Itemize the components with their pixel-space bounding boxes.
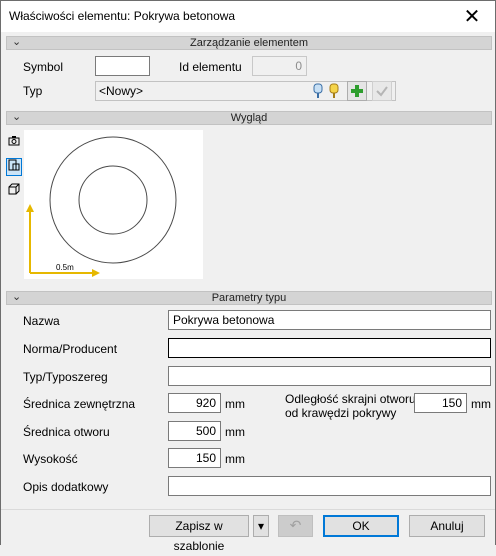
section-title: Wygląd [230,112,268,124]
norma-input[interactable] [168,338,491,358]
title-bar: Właściwości elementu: Pokrywa betonowa ✕ [1,1,495,32]
add-type-button[interactable] [347,81,367,101]
section-header-element[interactable]: ⌄ Zarządzanie elementem [6,35,492,50]
window-title: Właściwości elementu: Pokrywa betonowa [9,9,236,23]
3d-view-icon[interactable] [6,182,22,200]
typ-label: Typ [23,84,43,98]
srednica-zew-input[interactable] [168,393,221,413]
section-title: Parametry typu [211,292,287,304]
scale-label: 0.5m [56,263,74,272]
symbol-label: Symbol [23,60,64,74]
section-title: Zarządzanie elementem [189,37,308,49]
opis-input[interactable] [168,476,491,496]
wysokosc-label: Wysokość [23,452,78,466]
nazwa-label: Nazwa [23,314,60,328]
id-field [252,56,307,76]
close-icon[interactable]: ✕ [449,1,495,32]
section-header-look[interactable]: ⌄ Wygląd [6,110,492,125]
undo-button[interactable]: ↶ [278,515,313,537]
chevron-down-icon[interactable]: ▾ [253,515,269,537]
typ-value: <Nowy> [99,84,144,98]
edit-type-alt-icon[interactable] [327,82,341,100]
button-bar: Zapisz w szablonie ▾ ↶ OK Anuluj [1,509,495,553]
unit-label: mm [225,425,245,439]
preview-canvas: 0.5m [24,130,203,279]
unit-label: mm [471,397,491,411]
plan-view-icon[interactable] [6,158,22,176]
srednica-otw-label: Średnica otworu [23,425,110,439]
typoszereg-input[interactable] [168,366,491,386]
confirm-type-button[interactable] [372,81,392,101]
typoszereg-label: Typ/Typoszereg [23,370,108,384]
section-header-params[interactable]: ⌄ Parametry typu [6,290,492,305]
camera-icon[interactable] [6,134,22,152]
odleglosc-label-line2: od krawędzi pokrywy [285,406,397,420]
check-icon [376,86,388,97]
nazwa-input[interactable] [168,310,491,330]
edit-type-icon[interactable] [311,82,325,100]
unit-label: mm [225,397,245,411]
opis-label: Opis dodatkowy [23,480,109,494]
srednica-zew-label: Średnica zewnętrzna [23,397,136,411]
opening-circle [78,165,148,235]
outer-diameter-circle [49,136,177,264]
id-label: Id elementu [179,60,242,74]
properties-dialog: Właściwości elementu: Pokrywa betonowa ✕… [0,0,496,553]
odleglosc-label-line1: Odległość skrajni otworu [285,392,416,406]
srednica-otw-input[interactable] [168,421,221,441]
cancel-button[interactable]: Anuluj [409,515,485,537]
plus-icon [351,85,363,97]
wysokosc-input[interactable] [168,448,221,468]
symbol-input[interactable] [95,56,150,76]
norma-label: Norma/Producent [23,342,118,356]
unit-label: mm [225,452,245,466]
odleglosc-input[interactable] [414,393,467,413]
ok-button[interactable]: OK [323,515,399,537]
save-template-button[interactable]: Zapisz w szablonie [149,515,249,553]
